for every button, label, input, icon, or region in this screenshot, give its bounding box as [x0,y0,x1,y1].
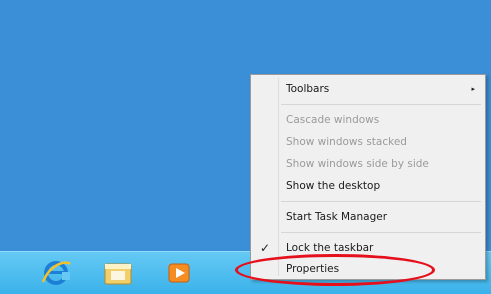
menu-separator [281,232,481,233]
taskbar-context-menu: Toolbars ▸ Cascade windows Show windows … [250,74,486,280]
menu-item-label: Show the desktop [286,180,381,192]
file-explorer-icon[interactable] [102,258,134,288]
menu-item-start-task-manager[interactable]: Start Task Manager [253,206,483,228]
submenu-arrow-icon: ▸ [471,85,475,93]
menu-item-label: Show windows stacked [286,136,407,148]
media-player-icon[interactable] [163,258,195,288]
menu-item-label: Cascade windows [286,114,380,126]
menu-separator [281,201,481,202]
menu-item-label: Toolbars [286,83,330,95]
menu-item-label: Start Task Manager [286,211,388,223]
menu-item-label: Show windows side by side [286,158,429,170]
menu-separator [281,104,481,105]
menu-item-toolbars[interactable]: Toolbars ▸ [253,78,483,100]
internet-explorer-icon[interactable] [40,258,72,288]
menu-item-properties[interactable]: Properties [253,258,483,280]
menu-item-show-windows-side-by-side: Show windows side by side [253,153,483,175]
checkmark-icon: ✓ [260,241,271,255]
menu-item-show-the-desktop[interactable]: Show the desktop [253,175,483,197]
menu-item-show-windows-stacked: Show windows stacked [253,131,483,153]
menu-item-label: Properties [286,263,340,275]
menu-item-cascade-windows: Cascade windows [253,109,483,131]
menu-item-label: Lock the taskbar [286,242,374,254]
menu-item-lock-the-taskbar[interactable]: ✓ Lock the taskbar [253,237,483,259]
